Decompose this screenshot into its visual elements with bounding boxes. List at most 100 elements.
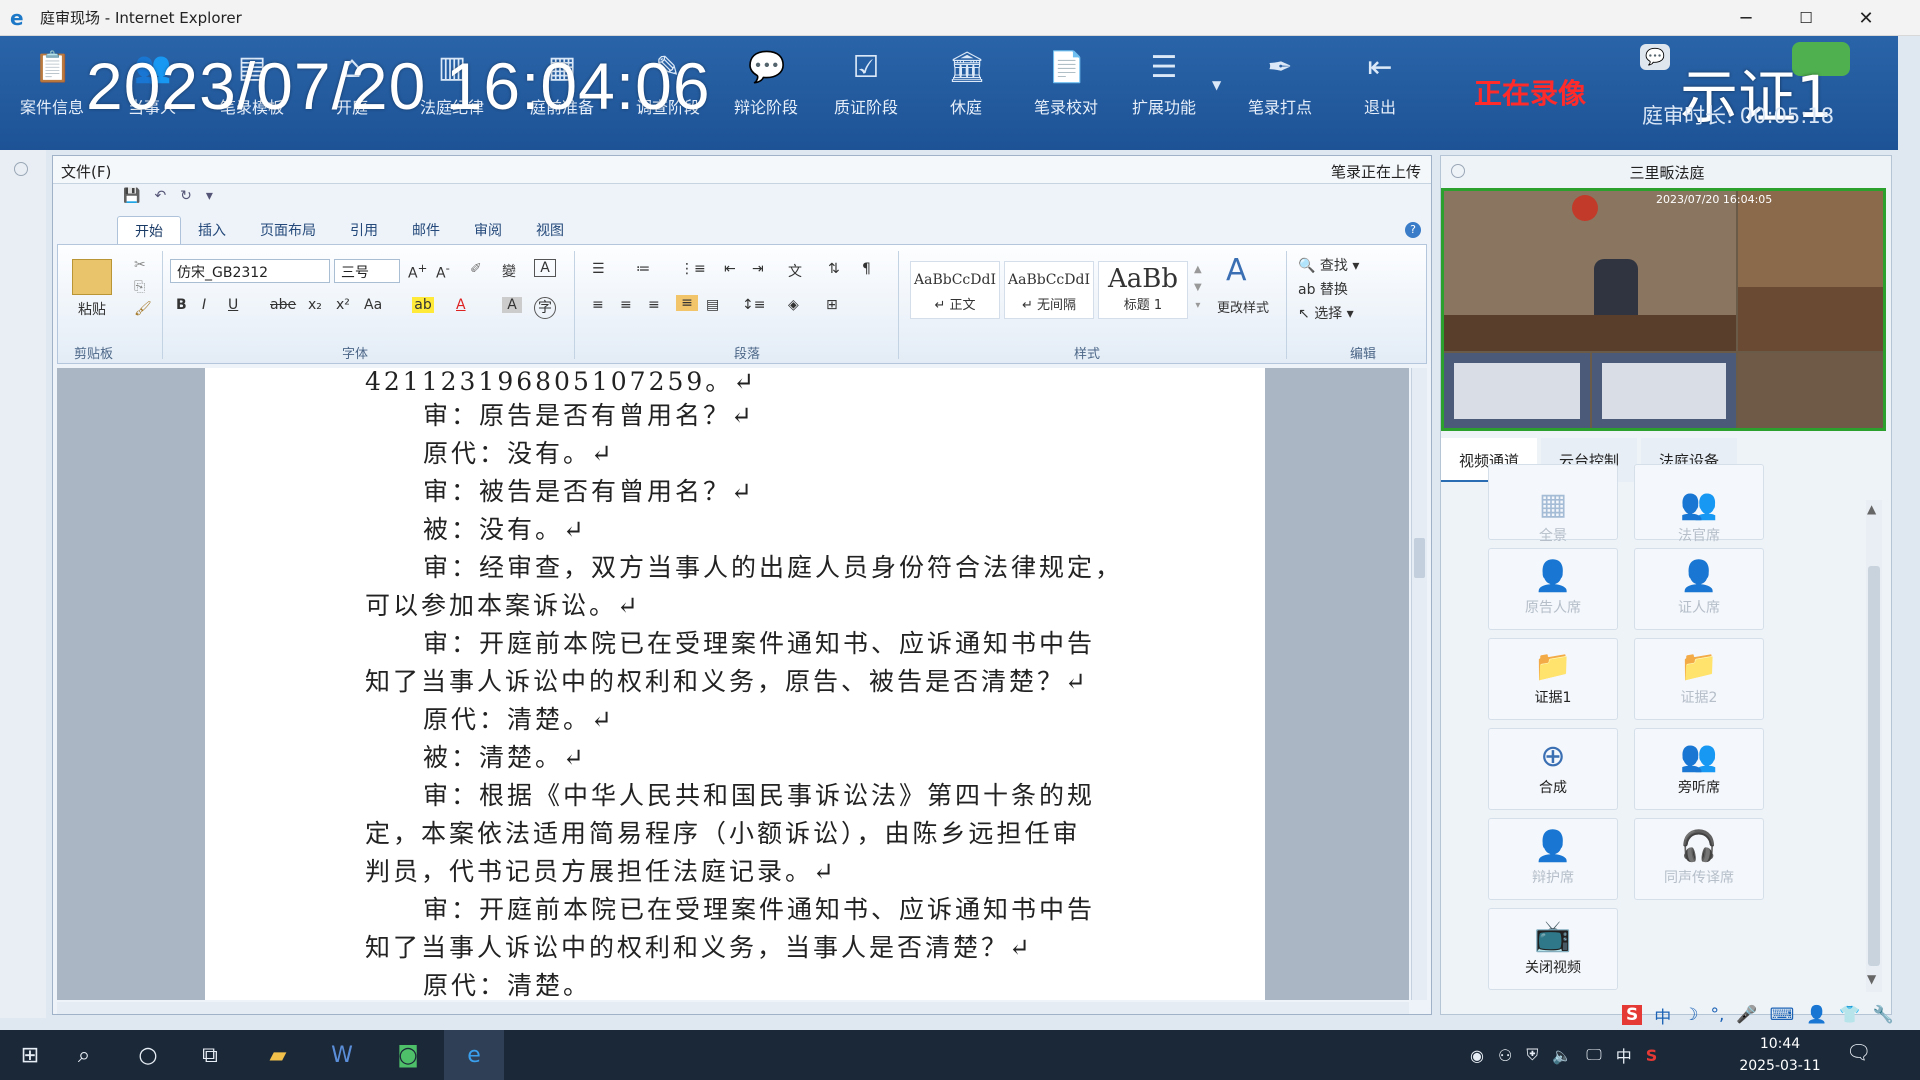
redo-icon[interactable]: ↻	[180, 188, 192, 212]
tab-mailings[interactable]: 邮件	[395, 216, 457, 244]
styles-scroll-icon[interactable]: ▲ ▼ ▾	[1194, 261, 1202, 315]
style-normal[interactable]: AaBbCcDdI ↵ 正文	[910, 261, 1000, 319]
tab-review[interactable]: 审阅	[457, 216, 519, 244]
sort-icon[interactable]: ⇅	[828, 261, 840, 277]
tray-people-icon[interactable]: ⚇	[1498, 1046, 1512, 1065]
bullets-icon[interactable]: ☰	[592, 261, 605, 277]
channel-panorama[interactable]: ▦ 全景	[1488, 464, 1618, 544]
ime-lang[interactable]: 中	[1654, 1003, 1671, 1028]
multilevel-list-icon[interactable]: ⋮≡	[680, 261, 706, 277]
tab-insert[interactable]: 插入	[181, 216, 243, 244]
numbering-icon[interactable]: ≔	[636, 261, 650, 277]
evidence-stage-button[interactable]: ☑ 质证阶段	[818, 48, 914, 140]
line-spacing-icon[interactable]: ↕≡	[742, 297, 765, 313]
network-icon[interactable]: 🖵	[1586, 1045, 1601, 1065]
close-button[interactable]: ✕	[1836, 0, 1896, 36]
char-shading-icon[interactable]: A	[502, 297, 522, 313]
ime-keyboard-icon[interactable]: ⌨	[1770, 1005, 1795, 1025]
ime-tool-icon[interactable]: 🔧	[1872, 1005, 1893, 1025]
save-icon[interactable]: 💾	[123, 188, 140, 212]
borders-icon[interactable]: ⊞	[826, 297, 838, 313]
tab-layout[interactable]: 页面布局	[243, 216, 333, 244]
file-explorer-icon[interactable]: ▰	[248, 1030, 308, 1080]
notification-icon[interactable]: 🗨	[1846, 1040, 1871, 1064]
channel-witness[interactable]: 👤 证人席	[1634, 548, 1764, 630]
search-icon[interactable]: ⌕	[54, 1030, 114, 1080]
ime-user-icon[interactable]: 👤	[1806, 1005, 1827, 1025]
document-vertical-scrollbar[interactable]	[1411, 368, 1427, 1000]
scroll-thumb[interactable]	[1414, 538, 1425, 578]
sogou-icon[interactable]: S	[1622, 1005, 1643, 1025]
scroll-thumb[interactable]	[1868, 566, 1880, 966]
align-right-icon[interactable]: ≡	[648, 297, 660, 313]
clear-format-icon[interactable]: ✐	[470, 261, 482, 277]
minimize-button[interactable]: ─	[1716, 0, 1776, 36]
start-icon[interactable]: ⊞	[0, 1030, 60, 1080]
font-size-combo[interactable]: 三号	[334, 259, 400, 283]
replace-button[interactable]: ab 替换	[1298, 279, 1348, 299]
document-horizontal-scrollbar[interactable]	[57, 1002, 1409, 1014]
channel-evidence-1[interactable]: 📁 证据1	[1488, 638, 1618, 720]
highlight-icon[interactable]: ab	[412, 297, 434, 313]
tab-view[interactable]: 视图	[519, 216, 581, 244]
show-marks-icon[interactable]: ¶	[862, 261, 871, 277]
find-button[interactable]: 🔍 查找 ▾	[1298, 255, 1359, 275]
channel-plaintiff[interactable]: 👤 原告人席	[1488, 548, 1618, 630]
asian-layout-icon[interactable]: 文	[788, 261, 802, 281]
bold-icon[interactable]: B	[176, 297, 187, 313]
green-app-icon[interactable]: ◙	[378, 1030, 438, 1080]
font-name-combo[interactable]: 仿宋_GB2312	[170, 259, 330, 283]
proofread-button[interactable]: 📄 笔录校对	[1018, 48, 1114, 140]
debate-stage-button[interactable]: 💬 辩论阶段	[718, 48, 814, 140]
undo-icon[interactable]: ↶	[154, 188, 166, 212]
ime-mic-icon[interactable]: 🎤	[1736, 1005, 1757, 1025]
format-painter-icon[interactable]: 🖌	[134, 301, 152, 317]
tab-references[interactable]: 引用	[333, 216, 395, 244]
video-preview[interactable]: 2023/07/20 16:04:05	[1441, 188, 1886, 431]
close-video-button[interactable]: 📺 关闭视频	[1488, 908, 1618, 990]
extend-button[interactable]: ☰ 扩展功能	[1116, 48, 1212, 140]
copy-icon[interactable]: ⎘	[134, 279, 145, 295]
exit-button[interactable]: ⇤ 退出	[1332, 48, 1428, 140]
tray-lang[interactable]: 中	[1616, 1043, 1632, 1067]
channel-defense[interactable]: 👤 辩护席	[1488, 818, 1618, 900]
channel-scrollbar[interactable]: ▲ ▼	[1866, 500, 1882, 992]
select-button[interactable]: ↖ 选择 ▾	[1298, 303, 1354, 323]
task-view-icon[interactable]: ⧉	[180, 1030, 240, 1080]
recess-button[interactable]: 🏛 休庭	[918, 48, 1014, 140]
tray-shield-icon[interactable]: ⛨	[1526, 1045, 1538, 1065]
paste-icon[interactable]	[72, 259, 112, 295]
chat-icon[interactable]: 💬	[1640, 44, 1670, 70]
tab-home[interactable]: 开始	[117, 216, 181, 244]
volume-icon[interactable]: 🔈	[1552, 1046, 1572, 1065]
qat-dropdown-icon[interactable]: ▾	[206, 188, 213, 212]
change-case-icon[interactable]: Aa	[364, 297, 382, 313]
cortana-icon[interactable]: ○	[118, 1030, 178, 1080]
superscript-icon[interactable]: x²	[336, 297, 350, 313]
distribute-icon[interactable]: ▤	[706, 297, 719, 313]
paste-label[interactable]: 粘贴	[68, 299, 116, 319]
tray-app-icon[interactable]: ◉	[1470, 1046, 1484, 1065]
underline-icon[interactable]: U	[228, 297, 238, 313]
style-no-spacing[interactable]: AaBbCcDdI ↵ 无间隔	[1004, 261, 1094, 319]
font-color-icon[interactable]: A	[456, 297, 466, 313]
italic-icon[interactable]: I	[202, 297, 206, 313]
channel-interpreter[interactable]: 🎧 同声传译席	[1634, 818, 1764, 900]
scroll-up-icon[interactable]: ▲	[1867, 502, 1876, 516]
extend-dropdown-icon[interactable]: ▼	[1212, 78, 1221, 92]
help-icon[interactable]: ?	[1405, 222, 1421, 238]
change-styles-label[interactable]: 更改样式	[1208, 297, 1278, 316]
strikethrough-icon[interactable]: abe	[270, 297, 296, 313]
document-page[interactable]: 421123196805107259。↵ 审：原告是否有曾用名？↵ 原代：没有。…	[205, 368, 1265, 1000]
grow-font-icon[interactable]: A+	[408, 261, 427, 282]
ime-moon-icon[interactable]: ☽	[1683, 1005, 1698, 1025]
justify-icon[interactable]: ≡	[676, 295, 698, 311]
ime-skin-icon[interactable]: 👕	[1839, 1005, 1860, 1025]
tray-sogou-icon[interactable]: S	[1646, 1046, 1658, 1065]
collapse-icon[interactable]	[14, 162, 28, 176]
cut-icon[interactable]: ✂	[134, 257, 146, 273]
channel-evidence-2[interactable]: 📁 证据2	[1634, 638, 1764, 720]
channel-judge[interactable]: 👥 法官席	[1634, 464, 1764, 544]
align-left-icon[interactable]: ≡	[592, 297, 604, 313]
ime-punct-icon[interactable]: °,	[1711, 1005, 1725, 1025]
